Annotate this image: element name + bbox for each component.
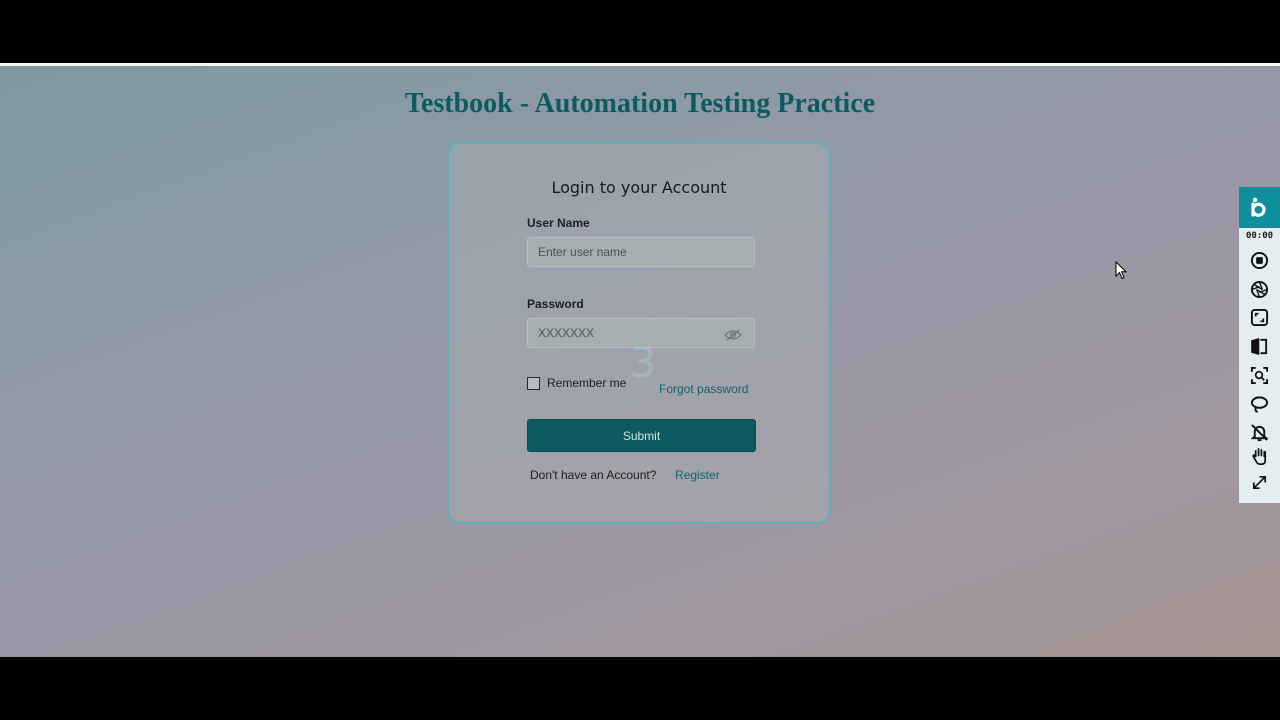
username-label: User Name (527, 216, 590, 230)
page-title: Testbook - Automation Testing Practice (404, 88, 876, 119)
split-screen-icon[interactable] (1249, 336, 1270, 357)
username-input[interactable] (528, 238, 754, 266)
aperture-icon[interactable] (1249, 279, 1270, 300)
countdown-overlay: 3 (629, 338, 657, 387)
zoom-focus-icon[interactable] (1249, 365, 1270, 386)
username-field-box (527, 237, 755, 267)
hand-icon[interactable] (1249, 446, 1270, 467)
recording-timer: 00:00 (1245, 231, 1274, 241)
login-card: Login to your Account User Name Password… (447, 142, 831, 524)
stop-icon[interactable] (1249, 250, 1270, 271)
mouse-pointer-icon (1115, 260, 1128, 280)
remember-me[interactable]: Remember me (527, 376, 626, 390)
password-label: Password (527, 297, 584, 311)
login-heading: Login to your Account (551, 178, 727, 197)
remember-label: Remember me (547, 376, 627, 390)
video-letterbox-bottom (0, 657, 1280, 720)
notifications-off-icon[interactable] (1249, 422, 1270, 443)
video-letterbox-top (0, 0, 1280, 63)
forgot-password-link[interactable]: Forgot password (659, 382, 748, 396)
eye-slash-icon[interactable] (724, 328, 742, 341)
recorder-logo-icon[interactable] (1239, 187, 1280, 228)
screen-recorder-toolbar: 00:00 (1239, 187, 1280, 503)
page-body: Testbook - Automation Testing Practice L… (0, 66, 1280, 657)
no-account-text: Don't have an Account? (530, 468, 657, 482)
register-link[interactable]: Register (675, 468, 720, 482)
submit-button[interactable]: Submit (527, 419, 756, 452)
capture-area-icon[interactable] (1249, 307, 1270, 328)
expand-icon[interactable] (1249, 472, 1270, 493)
remember-checkbox[interactable] (527, 376, 540, 390)
lasso-icon[interactable] (1249, 394, 1270, 415)
